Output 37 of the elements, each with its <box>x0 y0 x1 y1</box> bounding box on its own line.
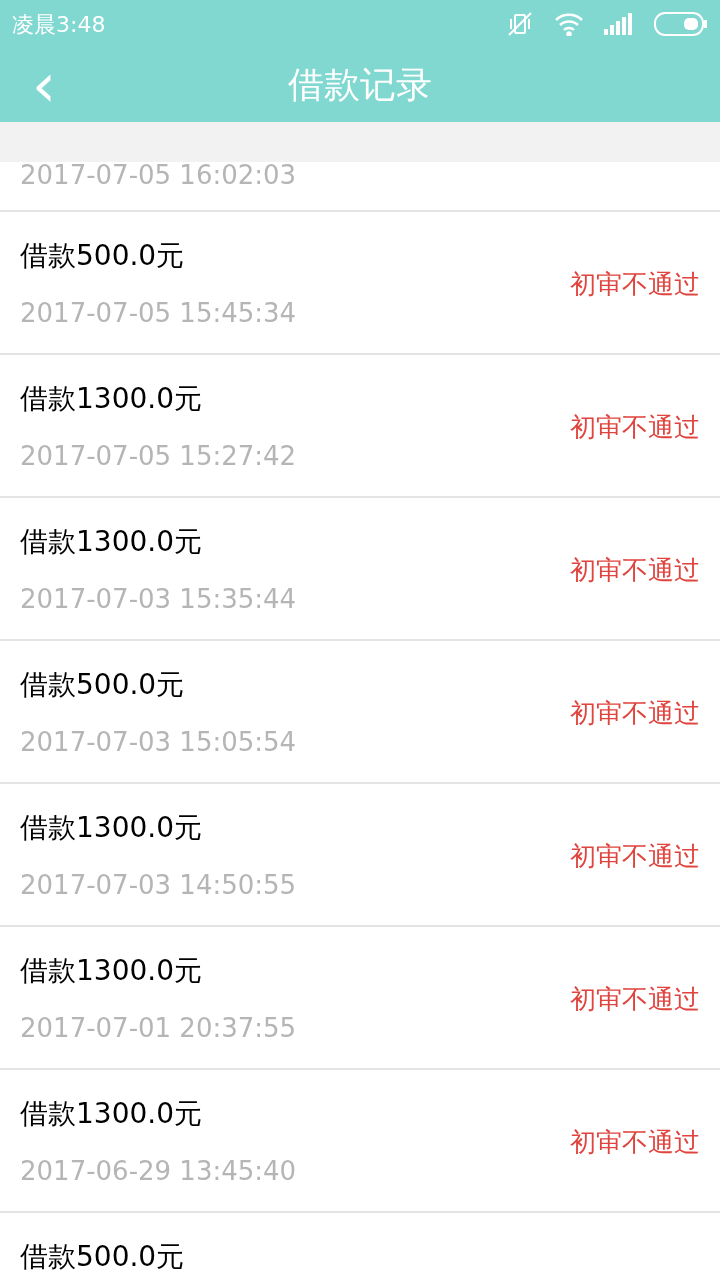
page-title: 借款记录 <box>288 63 432 107</box>
record-status: 初审不通过 <box>570 840 700 873</box>
status-time: 凌晨3:48 <box>12 10 106 39</box>
record-status: 初审不通过 <box>570 554 700 587</box>
record-time: 2017-07-03 14:50:55 <box>20 869 297 902</box>
record-amount: 借款1300.0元 <box>20 524 203 560</box>
wifi-icon <box>554 12 584 36</box>
record-time: 2017-06-29 13:45:40 <box>20 1155 297 1188</box>
record-row[interactable]: 借款1300.0元 2017-06-29 13:45:40 初审不通过 <box>0 1070 720 1213</box>
record-status: 初审不通过 <box>570 1126 700 1159</box>
battery-icon <box>654 12 708 36</box>
record-status: 初审不通过 <box>570 411 700 444</box>
record-amount: 借款1300.0元 <box>20 381 203 417</box>
record-status: 初审不通过 <box>570 697 700 730</box>
record-row[interactable]: 借款1300.0元 2017-07-03 14:50:55 初审不通过 <box>0 784 720 927</box>
record-time: 2017-07-03 15:05:54 <box>20 726 297 759</box>
record-status: 初审不通过 <box>570 983 700 1016</box>
signal-icon <box>604 13 634 35</box>
record-row[interactable]: 借款500.0元 <box>0 1213 720 1280</box>
record-row[interactable]: 借款500.0元 2017-07-03 15:05:54 初审不通过 <box>0 641 720 784</box>
record-time: 2017-07-05 15:27:42 <box>20 440 297 473</box>
record-amount: 借款1300.0元 <box>20 810 203 846</box>
record-row[interactable]: 借款1300.0元 2017-07-05 15:27:42 初审不通过 <box>0 355 720 498</box>
record-amount: 借款1300.0元 <box>20 953 203 989</box>
record-amount: 借款500.0元 <box>20 667 186 703</box>
record-row[interactable]: 借款1300.0元 2017-07-01 20:37:55 初审不通过 <box>0 927 720 1070</box>
record-row[interactable]: 借款1300.0元 2017-07-03 15:35:44 初审不通过 <box>0 498 720 641</box>
vibrate-off-icon <box>506 10 534 38</box>
record-time: 2017-07-05 16:02:03 <box>20 162 297 188</box>
record-amount: 借款500.0元 <box>20 1239 185 1275</box>
record-row[interactable]: 借款500.0元 2017-07-05 15:45:34 初审不通过 <box>0 212 720 355</box>
record-time: 2017-07-01 20:37:55 <box>20 1012 297 1045</box>
record-amount: 借款1300.0元 <box>20 1096 203 1132</box>
record-status: 初审不通过 <box>570 268 700 301</box>
record-time: 2017-07-05 15:45:34 <box>20 297 297 330</box>
record-amount: 借款500.0元 <box>20 238 186 274</box>
record-time: 2017-07-03 15:35:44 <box>20 583 297 616</box>
